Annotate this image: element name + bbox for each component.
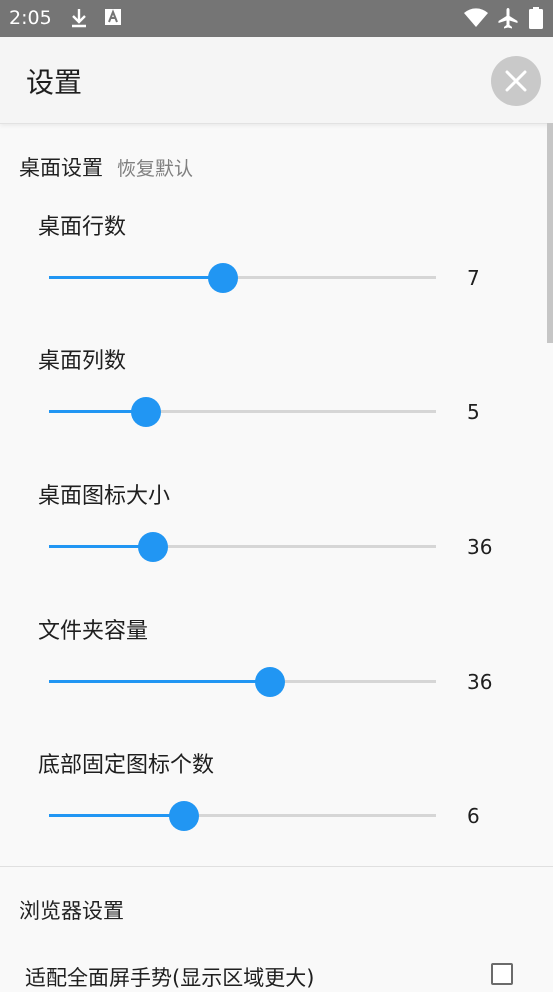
setting-label: 文件夹容量 [38,619,149,644]
setting-slider[interactable] [49,667,436,697]
app-header: 设置 [0,37,553,124]
download-icon [70,7,88,33]
slider-thumb[interactable] [255,667,285,697]
slider-thumb[interactable] [138,532,168,562]
setting-label: 桌面行数 [38,215,127,240]
fullscreen-gesture-checkbox[interactable] [491,963,513,985]
slider-fill [49,814,184,817]
setting-value: 36 [467,535,493,559]
desktop-settings-header: 桌面设置 恢复默认 [19,152,193,182]
fullscreen-gesture-label: 适配全面屏手势(显示区域更大) [25,966,315,990]
setting-slider[interactable] [49,263,436,293]
setting-label: 桌面列数 [38,349,127,374]
setting-value: 36 [467,670,493,694]
setting-value: 6 [467,804,480,828]
setting-slider[interactable] [49,801,436,831]
wifi-icon [463,7,489,33]
slider-thumb[interactable] [169,801,199,831]
page-title: 设置 [26,66,83,99]
section-divider [0,866,553,867]
setting-label: 桌面图标大小 [38,484,171,509]
section-title: 桌面设置 [19,156,103,180]
close-icon [505,70,527,92]
setting-slider[interactable] [49,532,436,562]
airplane-icon [497,7,519,33]
setting-slider[interactable] [49,397,436,427]
setting-value: 7 [467,266,480,290]
battery-icon [529,7,543,33]
section-title: 浏览器设置 [19,899,124,923]
setting-value: 5 [467,400,480,424]
close-button[interactable] [491,56,541,106]
slider-thumb[interactable] [208,263,238,293]
slider-fill [49,680,270,683]
setting-label: 底部固定图标个数 [38,753,215,778]
status-bar: 2:05 [0,0,553,37]
slider-fill [49,276,223,279]
reset-default-button[interactable]: 恢复默认 [117,158,193,180]
text-a-icon [105,7,121,31]
slider-thumb[interactable] [131,397,161,427]
scrollbar-thumb[interactable] [547,123,553,343]
status-time: 2:05 [9,7,52,29]
